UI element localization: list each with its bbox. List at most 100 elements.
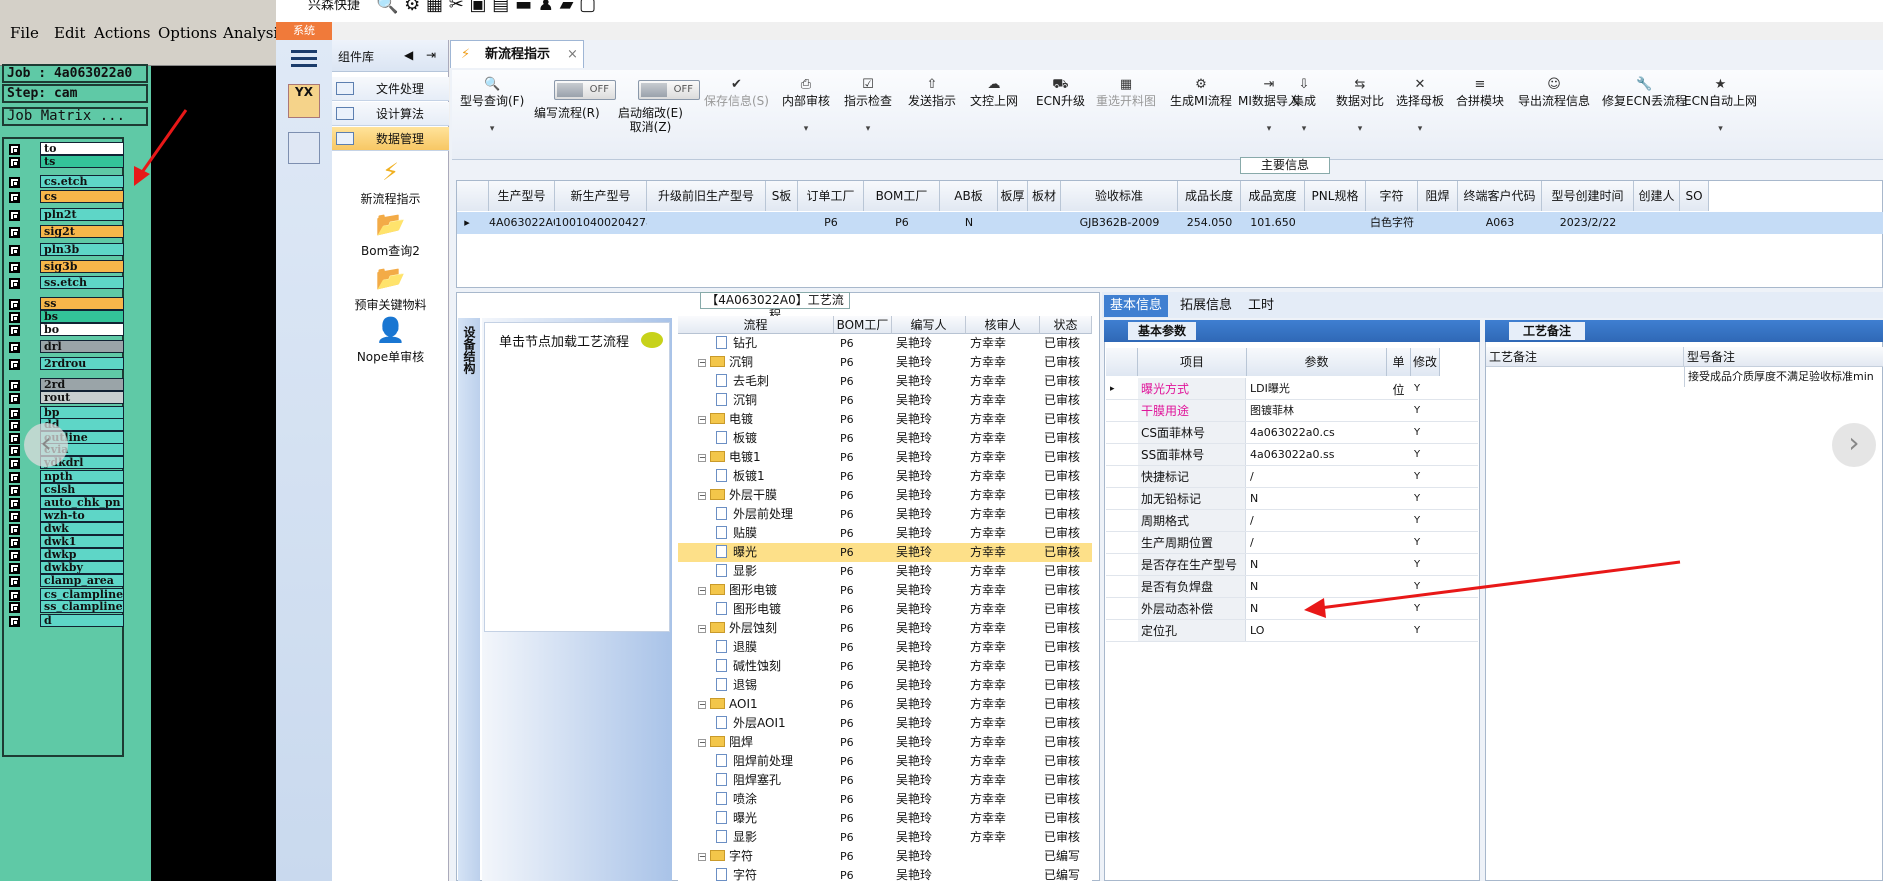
param-row[interactable]: SS面菲林号 4a063022a0.ss Y [1106, 444, 1478, 466]
tree-header[interactable]: BOM工厂 [834, 316, 892, 334]
layer-row[interactable]: d [6, 614, 124, 627]
tree-node[interactable]: 字符 [716, 866, 757, 885]
param-modify[interactable]: Y [1414, 510, 1420, 532]
param-value[interactable]: N [1247, 554, 1387, 576]
grid-header[interactable]: 成品长度 [1178, 181, 1241, 211]
collapse-icon[interactable]: − [698, 359, 706, 367]
layer-checkbox[interactable] [9, 472, 20, 483]
tree-node[interactable]: 外层前处理 [716, 505, 793, 524]
layer-checkbox[interactable] [9, 563, 20, 574]
layer-row[interactable]: dwkby [6, 561, 124, 574]
layer-checkbox[interactable] [9, 144, 20, 155]
layer-checkbox[interactable] [9, 157, 20, 168]
grid-header[interactable]: 板厚 [998, 181, 1028, 211]
menu-options[interactable]: Options [158, 24, 217, 42]
tree-row[interactable]: 显影 P6 吴艳玲 方幸幸 已审核 [678, 562, 1092, 581]
tree-row[interactable]: 喷涂 P6 吴艳玲 方幸幸 已审核 [678, 790, 1092, 809]
param-value[interactable]: 4a063022a0.ss [1247, 444, 1387, 466]
layer-checkbox[interactable] [9, 420, 20, 431]
tab-new-process[interactable]: ⚡ 新流程指示 × [450, 40, 584, 68]
tree-row[interactable]: 去毛刺 P6 吴艳玲 方幸幸 已审核 [678, 372, 1092, 391]
grid-header[interactable]: 验收标准 [1061, 181, 1178, 211]
collapse-icon[interactable]: − [698, 416, 706, 424]
param-value[interactable]: / [1247, 532, 1387, 554]
layer-checkbox[interactable] [9, 312, 20, 323]
grid-header[interactable]: PNL规格 [1305, 181, 1366, 211]
tree-node[interactable]: 外层AOI1 [716, 714, 786, 733]
param-value[interactable]: 4a063022a0.cs [1247, 422, 1387, 444]
toolbar-button[interactable]: ⚙ 生成MI流程 [1170, 76, 1232, 108]
layer-row[interactable]: pln3b [6, 243, 124, 256]
tree-node[interactable]: − AOI1 [698, 695, 758, 714]
tree-row[interactable]: − 外层蚀刻 P6 吴艳玲 方幸幸 已审核 [678, 619, 1092, 638]
layer-row[interactable]: dwk [6, 522, 124, 535]
grid-header[interactable]: BOM工厂 [864, 181, 940, 211]
layer-row[interactable]: clamp_area [6, 574, 124, 587]
tree-row[interactable]: 显影 P6 吴艳玲 方幸幸 已审核 [678, 828, 1092, 847]
calculator-icon[interactable] [288, 132, 320, 164]
tree-node[interactable]: 沉铜 [716, 391, 757, 410]
param-value[interactable]: N [1247, 488, 1387, 510]
toolbar-button[interactable]: ⇧ 发送指示 [908, 76, 956, 108]
grid-header[interactable]: 创建人 [1634, 181, 1680, 211]
layer-row[interactable]: sig2t [6, 225, 124, 238]
close-icon[interactable]: × [567, 41, 578, 69]
layer-row[interactable]: auto_chk_pn [6, 496, 124, 509]
layer-row[interactable]: dwk1 [6, 535, 124, 548]
tree-node[interactable]: 图形电镀 [716, 600, 781, 619]
collapse-icon[interactable]: − [698, 587, 706, 595]
tree-row[interactable]: 板镀 P6 吴艳玲 方幸幸 已审核 [678, 429, 1092, 448]
layer-checkbox[interactable] [9, 210, 20, 221]
comp-file-processing[interactable]: 文件处理 [332, 77, 449, 101]
tree-row[interactable]: − 字符 P6 吴艳玲 已编写 [678, 847, 1092, 866]
tree-row[interactable]: 字符 P6 吴艳玲 已编写 [678, 866, 1092, 885]
tree-node[interactable]: − 沉铜 [698, 353, 753, 372]
layer-checkbox[interactable] [9, 445, 20, 456]
tree-node[interactable]: 去毛刺 [716, 372, 769, 391]
layer-row[interactable]: wzh-to [6, 509, 124, 522]
tree-row[interactable]: 阻焊塞孔 P6 吴艳玲 方幸幸 已审核 [678, 771, 1092, 790]
nope-review-item[interactable]: 👤 Nope单审核 [332, 316, 449, 365]
toolbar-button[interactable]: ⇥ MI数据导入 ▾ [1238, 76, 1300, 136]
menu-edit[interactable]: Edit [54, 24, 85, 42]
tree-node[interactable]: 板镀 [716, 429, 757, 448]
tree-node[interactable]: − 阻焊 [698, 733, 753, 752]
param-row[interactable]: 干膜用途 图镀菲林 Y [1106, 400, 1478, 422]
param-modify[interactable]: Y [1414, 400, 1420, 422]
toolbar-button[interactable]: 🔧 修复ECN丢流程 [1602, 76, 1687, 108]
new-process-instruction-item[interactable]: ⚡ 新流程指示 [332, 158, 449, 207]
collapse-icon[interactable]: − [698, 701, 706, 709]
tree-node[interactable]: 贴膜 [716, 524, 757, 543]
tree-node[interactable]: 显影 [716, 828, 757, 847]
prev-arrow-icon[interactable]: ‹ [24, 423, 68, 467]
param-modify[interactable]: Y [1414, 422, 1420, 444]
layer-checkbox[interactable] [9, 325, 20, 336]
tree-node[interactable]: − 外层干膜 [698, 486, 777, 505]
layer-checkbox[interactable] [9, 602, 20, 613]
tab-work-hours[interactable]: 工时 [1242, 295, 1280, 317]
tree-node[interactable]: 喷涂 [716, 790, 757, 809]
param-row[interactable]: 是否有负焊盘 N Y [1106, 576, 1478, 598]
layer-checkbox[interactable] [9, 342, 20, 353]
param-modify[interactable]: Y [1414, 576, 1420, 598]
tree-row[interactable]: 沉铜 P6 吴艳玲 方幸幸 已审核 [678, 391, 1092, 410]
param-row[interactable]: 周期格式 / Y [1106, 510, 1478, 532]
grid-header[interactable]: 型号创建时间 [1542, 181, 1634, 211]
tree-row[interactable]: 钻孔 P6 吴艳玲 方幸幸 已审核 [678, 334, 1092, 353]
layer-row[interactable]: dwkp [6, 548, 124, 561]
tree-node[interactable]: 阻焊塞孔 [716, 771, 781, 790]
chevron-down-icon[interactable]: ▾ [1336, 122, 1384, 136]
layer-row[interactable]: cs [6, 190, 124, 203]
toolbar-button[interactable]: ≡ 合拼模块 [1456, 76, 1504, 108]
grid-header[interactable]: 阻焊 [1418, 181, 1458, 211]
param-header[interactable]: 项目 [1138, 348, 1247, 376]
chevron-down-icon[interactable]: ▾ [1292, 122, 1316, 136]
grid-header[interactable]: 成品宽度 [1241, 181, 1305, 211]
layer-checkbox[interactable] [9, 299, 20, 310]
param-row[interactable]: 定位孔 LO Y [1106, 620, 1478, 642]
layer-row[interactable]: to [6, 142, 124, 155]
layer-row[interactable]: ss.etch [6, 276, 124, 289]
toolbar-button[interactable]: ⎙ 内部审核 ▾ [782, 76, 830, 136]
cam-graphics-area[interactable] [151, 66, 276, 881]
collapse-left-icon[interactable]: ◀ [404, 48, 413, 62]
